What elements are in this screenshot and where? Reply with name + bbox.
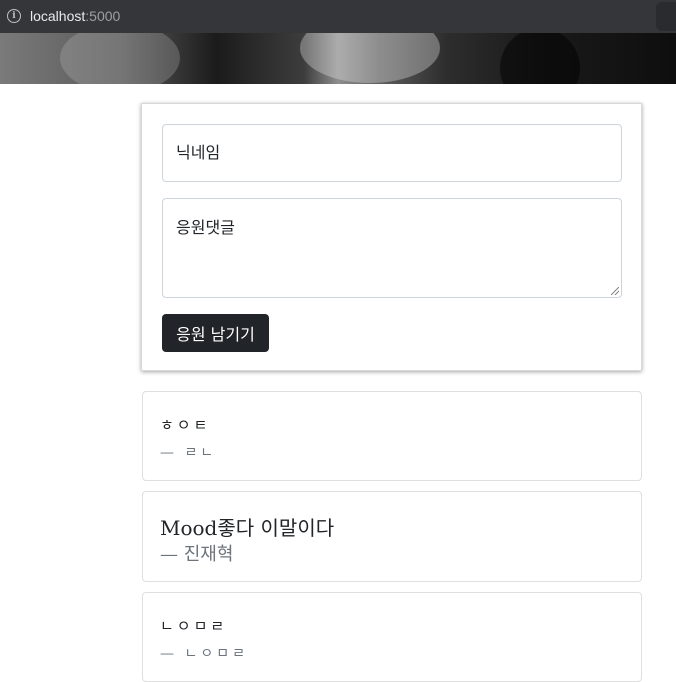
nickname-placeholder: 닉네임 <box>176 143 221 162</box>
comment-text: Mood좋다 이말이다 <box>160 516 335 540</box>
hero-image <box>0 33 676 84</box>
comment-form-card: 닉네임 응원댓글 응원 남기기 <box>141 103 642 371</box>
browser-address-bar[interactable]: i localhost:5000 <box>0 0 676 33</box>
resize-grip-icon[interactable] <box>611 287 619 295</box>
info-icon[interactable]: i <box>7 9 21 23</box>
url-port: :5000 <box>85 8 121 24</box>
comment-text: ㄴㅇㅁㄹ <box>160 617 228 635</box>
submit-label: 응원 남기기 <box>176 325 255 344</box>
url-host: localhost <box>30 8 86 24</box>
comment-text: ㅎㅇㅌ <box>160 416 211 434</box>
comment-card: ㄴㅇㅁㄹ — ㄴㅇㅁㄹ <box>142 592 642 682</box>
comment-author: — ㄴㅇㅁㄹ <box>160 646 248 662</box>
address-bar-edge <box>656 2 676 31</box>
nickname-input[interactable]: 닉네임 <box>162 124 622 182</box>
url-text[interactable]: localhost:5000 <box>30 8 120 24</box>
comment-placeholder: 응원댓글 <box>176 218 235 237</box>
submit-comment-button[interactable]: 응원 남기기 <box>162 314 269 352</box>
comment-card: ㅎㅇㅌ — ㄹㄴ <box>142 391 642 481</box>
comment-author: — ㄹㄴ <box>160 445 217 461</box>
comment-card: Mood좋다 이말이다 — 진재혁 <box>142 491 642 582</box>
comment-textarea[interactable]: 응원댓글 <box>162 198 622 298</box>
comment-author: — 진재혁 <box>160 544 234 565</box>
